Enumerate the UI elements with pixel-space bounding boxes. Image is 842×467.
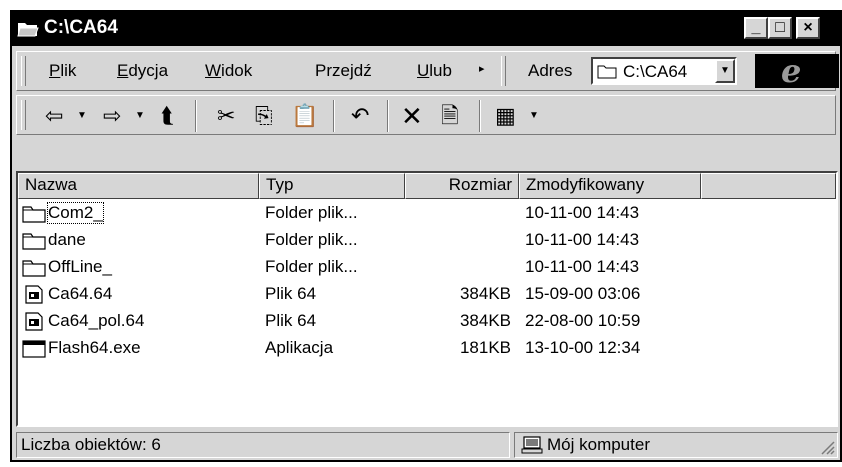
column-header-empty <box>701 173 836 199</box>
column-header-modified[interactable]: Zmodyfikowany <box>519 173 701 199</box>
toolbar-separator <box>195 100 197 132</box>
window-title: C:\CA64 <box>44 17 118 38</box>
menu-more-arrow-icon[interactable]: ▸ <box>479 62 485 75</box>
menu-grip[interactable] <box>21 56 26 86</box>
menu-widok-label: idok <box>221 61 253 80</box>
close-button[interactable]: × <box>796 17 820 39</box>
file-modified: 10-11-00 14:43 <box>525 257 640 276</box>
copy-icon[interactable]: ⎘ <box>255 102 273 130</box>
toolbar-separator <box>387 100 389 132</box>
file-type: Folder plik... <box>265 230 358 249</box>
file-size: 181KB <box>459 338 511 357</box>
back-icon[interactable]: ⇦ <box>45 102 63 130</box>
list-item[interactable]: Ca64_pol.64 Plik 64 384KB 22-08-00 10:59 <box>18 309 836 336</box>
file-64-icon <box>25 285 43 304</box>
address-grip[interactable] <box>501 56 506 86</box>
minimize-button[interactable]: _ <box>744 17 768 39</box>
file-type: Folder plik... <box>265 257 358 276</box>
toolbar-separator <box>479 100 481 132</box>
file-name[interactable]: Ca64_pol.64 <box>48 311 144 331</box>
file-modified: 22-08-00 10:59 <box>525 311 641 330</box>
file-size: 384KB <box>459 311 511 330</box>
column-header-size[interactable]: Rozmiar <box>405 173 519 199</box>
menu-plik-label: lik <box>60 61 77 80</box>
menu-przejdz-label-pre: Prze <box>315 61 350 80</box>
status-location: Mój komputer <box>514 432 838 458</box>
explorer-window: C:\CA64 _ □ × Plik Edycja Widok Przejdź … <box>10 10 842 462</box>
folder-icon <box>597 65 617 79</box>
list-item[interactable]: Flash64.exe Aplikacja 181KB 13-10-00 12:… <box>18 336 836 363</box>
computer-icon <box>521 436 543 454</box>
address-value: C:\CA64 <box>623 62 688 81</box>
views-dropdown-icon[interactable]: ▼ <box>529 110 539 121</box>
address-label: Adres <box>528 61 573 80</box>
menu-widok[interactable]: Widok <box>205 61 252 81</box>
menu-przejdz-label-post: dź <box>353 61 372 80</box>
properties-icon[interactable]: 🗎 <box>441 102 459 130</box>
resize-grip-icon[interactable] <box>819 439 835 455</box>
back-dropdown-icon[interactable]: ▼ <box>77 110 87 121</box>
folder-icon <box>22 233 46 250</box>
ie-throbber: e <box>755 52 839 90</box>
menu-widok-accel: W <box>205 61 222 80</box>
menu-edycja[interactable]: Edycja <box>117 61 168 81</box>
file-type: Folder plik... <box>265 203 358 222</box>
status-count: Liczba obiektów: 6 <box>16 432 510 458</box>
up-folder-icon[interactable]: ⮬ <box>161 102 174 130</box>
paste-icon[interactable]: 📋 <box>291 102 318 130</box>
list-item[interactable]: dane Folder plik... 10-11-00 14:43 <box>18 228 836 255</box>
column-header-name[interactable]: Nazwa <box>18 173 259 199</box>
forward-icon[interactable]: ⇨ <box>103 102 121 130</box>
maximize-button[interactable]: □ <box>768 17 792 39</box>
folder-open-icon <box>17 23 39 37</box>
file-modified: 10-11-00 14:43 <box>525 203 640 222</box>
list-item[interactable]: Com2_ Folder plik... 10-11-00 14:43 <box>18 201 836 228</box>
toolbar: ⇦ ▼ ⇨ ▼ ⮬ ✂ ⎘ 📋 ↶ ✕ 🗎 ▦ ▼ <box>16 95 836 135</box>
title-bar[interactable]: C:\CA64 _ □ × <box>12 12 840 46</box>
delete-icon[interactable]: ✕ <box>401 102 423 130</box>
undo-icon[interactable]: ↶ <box>351 102 369 130</box>
address-dropdown-button[interactable]: ▼ <box>715 59 735 83</box>
file-name[interactable]: Com2_ <box>47 202 104 224</box>
views-icon[interactable]: ▦ <box>495 102 516 130</box>
file-modified: 15-09-00 03:06 <box>525 284 641 303</box>
file-name[interactable]: OffLine_ <box>48 257 112 277</box>
file-type: Plik 64 <box>265 284 317 303</box>
menu-edycja-label: dycja <box>128 61 169 80</box>
menu-ulub[interactable]: Ulub <box>417 61 452 81</box>
file-name[interactable]: Flash64.exe <box>48 338 141 358</box>
file-type: Aplikacja <box>265 338 334 357</box>
column-header-type[interactable]: Typ <box>259 173 405 199</box>
file-list[interactable]: Nazwa Typ Rozmiar Zmodyfikowany Com2_ Fo… <box>16 171 838 427</box>
list-item[interactable]: OffLine_ Folder plik... 10-11-00 14:43 <box>18 255 836 282</box>
forward-dropdown-icon[interactable]: ▼ <box>135 110 145 121</box>
folder-icon <box>22 206 46 223</box>
toolbar-grip[interactable] <box>21 100 26 130</box>
file-modified: 13-10-00 12:34 <box>525 338 641 357</box>
menu-plik-accel: P <box>49 61 61 80</box>
status-bar: Liczba obiektów: 6 Mój komputer <box>16 432 838 458</box>
file-64-icon <box>25 312 43 331</box>
menu-plik[interactable]: Plik <box>49 61 76 81</box>
application-icon <box>22 340 46 358</box>
file-name[interactable]: dane <box>48 230 86 250</box>
menu-ulub-label: lub <box>429 61 452 80</box>
list-item[interactable]: Ca64.64 Plik 64 384KB 15-09-00 03:06 <box>18 282 836 309</box>
toolbar-separator <box>333 100 335 132</box>
address-combobox[interactable]: C:\CA64 ▼ <box>591 57 737 85</box>
menu-przejdz[interactable]: Przejdź <box>315 61 372 81</box>
menu-bar: Plik Edycja Widok Przejdź Ulub ▸ Adres C… <box>16 51 839 91</box>
menu-edycja-accel: E <box>117 61 129 80</box>
ie-logo-icon: e <box>781 52 802 90</box>
menu-ulub-accel: U <box>417 61 430 80</box>
folder-icon <box>22 260 46 277</box>
file-size: 384KB <box>459 284 511 303</box>
file-modified: 10-11-00 14:43 <box>525 230 640 249</box>
cut-icon[interactable]: ✂ <box>217 102 235 130</box>
file-type: Plik 64 <box>265 311 317 330</box>
file-name[interactable]: Ca64.64 <box>48 284 112 304</box>
status-location-label: Mój komputer <box>547 435 650 454</box>
